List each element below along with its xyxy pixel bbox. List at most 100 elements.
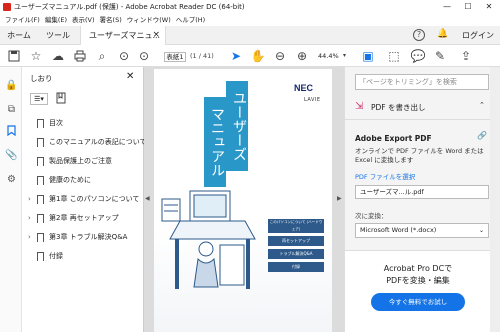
cover-menu-item-3: トラブル解決Q&A (268, 249, 324, 259)
bookmark-item[interactable]: 健康のために (28, 172, 91, 188)
acrobat-app-icon (3, 3, 11, 11)
bookmark-label: 目次 (49, 119, 63, 127)
next-page-icon[interactable]: ⊙ (136, 45, 152, 67)
promo-line2: PDFを変換・編集 (386, 276, 450, 285)
promo-line1: Acrobat Pro DCで (383, 264, 453, 273)
bookmark-icon (37, 118, 44, 128)
document-area: ◀ ▶ ユーザーズ マニュアル NEC LAVIE このパソコンについて (ハー… (144, 67, 344, 332)
expand-chevron-icon[interactable]: › (28, 210, 37, 226)
bookmark-icon (37, 175, 44, 185)
help-icon[interactable]: ? (413, 29, 425, 41)
bookmark-item[interactable]: 製品保護上のご注意 (28, 153, 112, 169)
page-number-input[interactable]: 表紙1 (164, 52, 186, 62)
bookmark-label: 製品保護上のご注意 (49, 157, 112, 165)
promo-box: Acrobat Pro DCで PDFを変換・編集 今すぐ無料でお試し (345, 250, 491, 332)
accessibility-icon[interactable]: ⚙ (5, 173, 18, 186)
attachment-icon[interactable]: 📎 (5, 149, 18, 162)
window-title: ユーザーズマニュアル.pdf (保護) - Adobe Acrobat Read… (14, 3, 245, 11)
hand-tool-icon[interactable]: ✋ (250, 45, 266, 67)
page-view-icon[interactable]: ▣ (360, 45, 376, 67)
lock-icon[interactable]: 🔒 (5, 79, 18, 92)
bookmark-icon[interactable] (5, 125, 18, 138)
sign-pen-icon[interactable]: ✎ (432, 45, 448, 67)
close-panel-icon[interactable]: ✕ (126, 71, 134, 82)
close-window-button[interactable]: ✕ (479, 0, 499, 14)
tab-tools[interactable]: ツール (38, 26, 78, 45)
upload-cloud-icon[interactable]: ☁ (50, 45, 66, 67)
share-icon[interactable]: ⇪ (458, 45, 474, 67)
zoom-out-icon[interactable]: ⊖ (272, 45, 288, 67)
free-trial-button[interactable]: 今すぐ無料でお試し (371, 293, 465, 311)
bookmark-label: 第3章 トラブル解決Q&A (49, 233, 128, 241)
divider (345, 119, 491, 120)
right-tools-panel: 「ページをトリミング」を検索 ⇲ PDF を書き出し ⌃ Adobe Expor… (344, 67, 500, 332)
expand-chevron-icon[interactable]: › (28, 191, 37, 207)
convert-to-label: 次に変換： (355, 212, 388, 220)
zoom-in-icon[interactable]: ⊕ (294, 45, 310, 67)
export-title: Adobe Export PDF (355, 134, 432, 143)
maximize-button[interactable]: ☐ (458, 0, 478, 14)
bookmark-item[interactable]: このマニュアルの表記について (28, 134, 147, 150)
pdf-file-name: ユーザーズマ...ル.pdf (360, 188, 424, 196)
star-icon[interactable]: ☆ (28, 45, 44, 67)
tab-close-icon[interactable]: × (152, 26, 160, 45)
menu-file[interactable]: ファイル(F) (5, 16, 40, 24)
bookmarks-title: しおり (30, 74, 53, 83)
link-icon[interactable]: 🔗 (477, 131, 487, 140)
notification-bell-icon[interactable]: 🔔 (437, 29, 448, 41)
expand-chevron-icon[interactable]: › (28, 229, 37, 245)
bookmark-icon (37, 194, 44, 204)
comment-icon[interactable]: 💬 (410, 45, 426, 67)
fit-page-icon[interactable]: ⬚ (386, 45, 402, 67)
pdf-file-field[interactable]: ユーザーズマ...ル.pdf (355, 185, 489, 199)
collapse-right-arrow[interactable]: ▶ (337, 195, 342, 202)
menu-window[interactable]: ウィンドウ(W) (127, 16, 171, 24)
bookmark-item[interactable]: › 第1章 このパソコンについて (28, 191, 139, 207)
menu-sign[interactable]: 署名(S) (100, 16, 122, 24)
pdf-page: ユーザーズ マニュアル NEC LAVIE このパソコンについて (ハードウェア… (154, 69, 332, 332)
tab-home[interactable]: ホーム (0, 26, 38, 45)
bookmark-icon (37, 251, 44, 261)
bookmark-item[interactable]: 目次 (28, 115, 63, 131)
bookmark-options-icon[interactable]: ☰▾ (30, 93, 48, 105)
collapse-left-arrow[interactable]: ◀ (145, 195, 150, 202)
tool-search-box[interactable]: 「ページをトリミング」を検索 (355, 74, 489, 90)
prev-page-icon[interactable]: ⊙ (116, 45, 132, 67)
tab-bar: ホーム ツール ユーザーズマニュ... × ? 🔔 ログイン (0, 26, 500, 45)
menu-view[interactable]: 表示(V) (72, 16, 95, 24)
cover-title-line2: マニュアル (204, 97, 226, 187)
bookmark-item[interactable]: › 第3章 トラブル解決Q&A (28, 229, 127, 245)
select-cursor-icon[interactable]: ➤ (228, 45, 244, 67)
collapse-chevron-icon[interactable]: ⌃ (479, 101, 485, 109)
right-scrollbar[interactable] (490, 67, 500, 332)
convert-format-value: Microsoft Word (*.docx) (360, 226, 437, 234)
save-icon[interactable] (6, 45, 22, 67)
page-count: (1 / 41) (190, 52, 214, 60)
select-pdf-link[interactable]: PDF ファイルを選択 (355, 171, 415, 181)
cover-title-line1: ユーザーズ (226, 81, 248, 171)
page-thumbnails-icon[interactable]: ⧉ (5, 103, 18, 116)
zoom-dropdown-icon[interactable]: ▾ (343, 45, 346, 67)
menu-bar: ファイル(F) 編集(E) 表示(V) 署名(S) ウィンドウ(W) ヘルプ(H) (0, 14, 500, 26)
print-icon[interactable] (72, 45, 88, 67)
toolbar: ☆ ☁ ⌕ ⊙ ⊙ 表紙1 (1 / 41) ➤ ✋ ⊖ ⊕ 44.4% ▾ ▣… (0, 45, 500, 67)
bookmark-icon (37, 156, 44, 166)
bookmark-item[interactable]: › 第2章 再セットアップ (28, 210, 119, 226)
lavie-logo: LAVIE (304, 97, 321, 103)
minimize-button[interactable]: — (437, 0, 457, 14)
tab-document[interactable]: ユーザーズマニュ... × (80, 26, 166, 45)
left-navigation-rail: 🔒 ⧉ 📎 ⚙ (0, 67, 22, 332)
search-icon[interactable]: ⌕ (94, 45, 110, 67)
bookmark-label: このマニュアルの表記について (49, 138, 147, 146)
bookmarks-panel: しおり ✕ ☰▾ 目次このマニュアルの表記について 製品保護上のご注意健康のために… (22, 67, 147, 332)
zoom-level[interactable]: 44.4% (318, 45, 339, 67)
menu-help[interactable]: ヘルプ(H) (176, 16, 205, 24)
export-description: オンラインで PDF ファイルを Word または Excel に変換します (355, 147, 484, 164)
bookmark-item[interactable]: 付録 (28, 248, 63, 264)
bookmark-label: 第1章 このパソコンについて (49, 195, 140, 203)
add-bookmark-icon[interactable] (56, 92, 66, 107)
menu-edit[interactable]: 編集(E) (45, 16, 67, 24)
export-pdf-header[interactable]: PDF を書き出し (371, 102, 426, 113)
login-link[interactable]: ログイン (462, 26, 494, 45)
convert-format-select[interactable]: Microsoft Word (*.docx) ⌄ (355, 223, 489, 238)
